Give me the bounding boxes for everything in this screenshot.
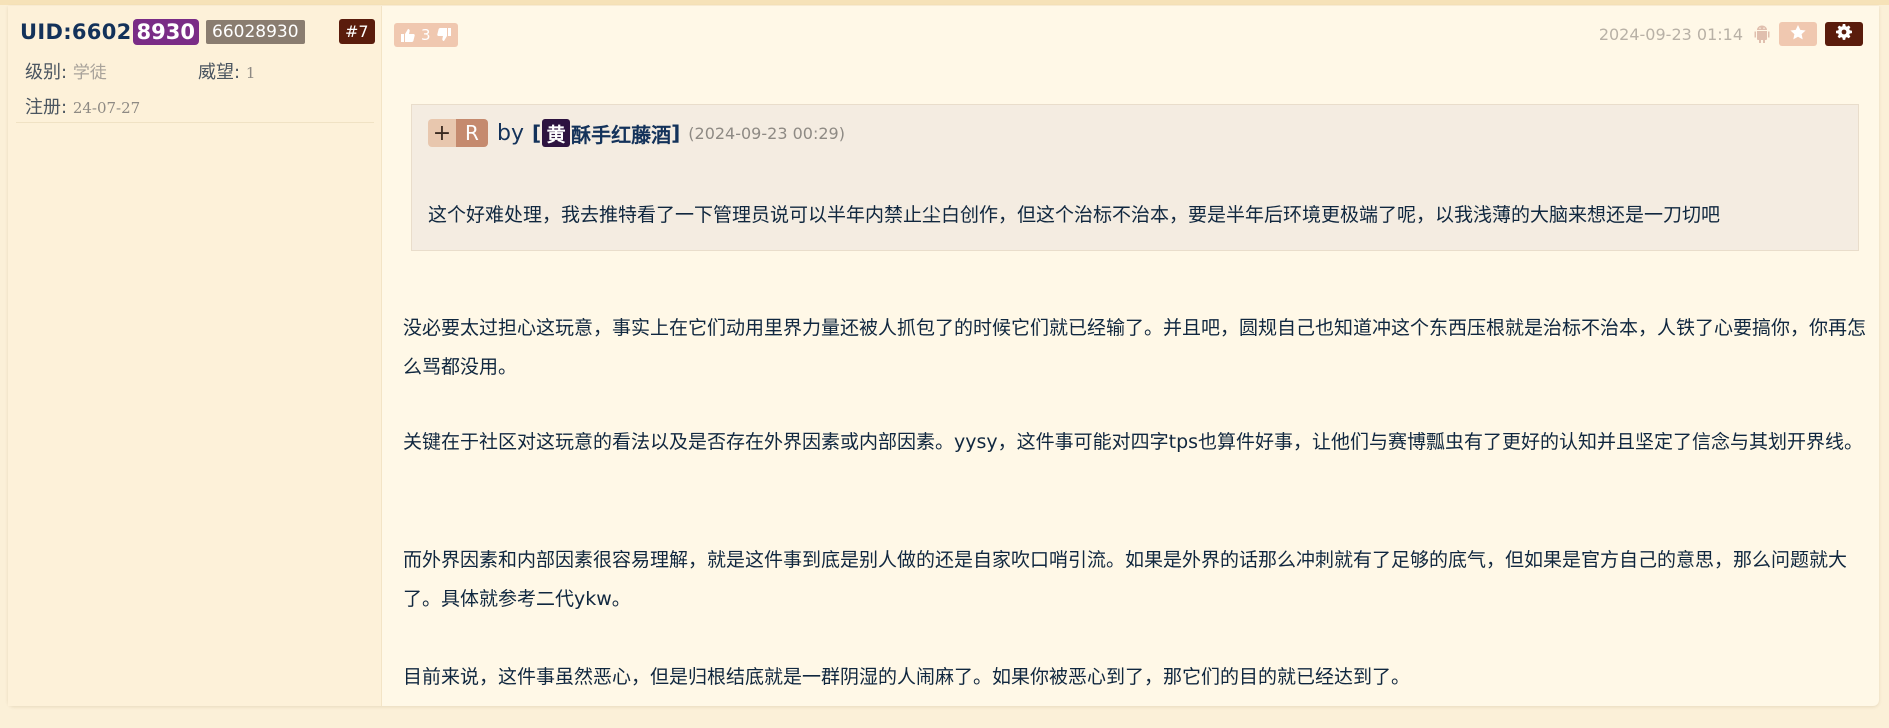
post-paragraph: 没必要太过担心这玩意，事实上在它们动用里界力量还被人抓包了的时候它们就已经输了。… bbox=[403, 317, 1867, 378]
quote-expand-button[interactable]: + bbox=[428, 119, 456, 147]
level-label: 级别: bbox=[25, 62, 68, 83]
avatar: 黄 bbox=[542, 119, 571, 147]
quote-author[interactable]: [ 黄 酥手红藤酒 ] bbox=[532, 119, 680, 148]
top-border bbox=[0, 0, 1889, 5]
android-icon bbox=[1753, 24, 1771, 44]
post-container: UID:6602 8930 66028930 #7 级别: 学徒 威望: 1 注册… bbox=[8, 6, 1879, 706]
uid-highlight[interactable]: 8930 bbox=[132, 19, 199, 45]
prestige-info: 威望: 1 bbox=[198, 58, 255, 84]
register-info: 注册: 24-07-27 bbox=[25, 93, 140, 119]
prestige-value: 1 bbox=[245, 64, 256, 82]
gear-icon bbox=[1836, 24, 1852, 44]
register-label: 注册: bbox=[25, 97, 68, 118]
prestige-label: 威望: bbox=[198, 62, 241, 83]
quote-header: + R by [ 黄 酥手红藤酒 ] (2024-09-23 00:29) bbox=[428, 119, 845, 147]
quote-username[interactable]: 酥手红藤酒 bbox=[571, 119, 671, 148]
post-paragraph: 目前来说，这件事虽然恶心，但是归根结底就是一群阴湿的人闹麻了。如果你被恶心到了，… bbox=[403, 666, 1411, 688]
post-date: 2024-09-23 01:14 bbox=[1598, 24, 1743, 44]
quote-block: + R by [ 黄 酥手红藤酒 ] (2024-09-23 00:29) 这个… bbox=[411, 104, 1859, 251]
register-value: 24-07-27 bbox=[72, 99, 141, 117]
uid-badge: 66028930 bbox=[206, 20, 305, 44]
quote-bracket-open: [ bbox=[531, 121, 542, 145]
uid-row: UID:6602 8930 66028930 bbox=[20, 18, 305, 46]
quote-bracket-close: ] bbox=[671, 121, 681, 145]
post-meta: 2024-09-23 01:14 bbox=[1599, 22, 1863, 46]
quote-text: 这个好难处理，我去推特看了一下管理员说可以半年内禁止尘白创作，但这个治标不治本，… bbox=[428, 204, 1721, 226]
floor-number[interactable]: #7 bbox=[339, 19, 375, 44]
thumbs-up-icon[interactable] bbox=[400, 28, 415, 42]
vote-count: 3 bbox=[421, 26, 431, 44]
user-info-panel: UID:6602 8930 66028930 #7 级别: 学徒 威望: 1 注册… bbox=[8, 6, 382, 706]
uid-label[interactable]: UID:6602 bbox=[20, 20, 132, 44]
post-paragraph: 关键在于社区对这玩意的看法以及是否存在外界因素或内部因素。yysy，这件事可能对… bbox=[403, 431, 1864, 453]
level-value: 学徒 bbox=[72, 63, 107, 83]
vote-actions: 3 bbox=[394, 23, 458, 47]
post-paragraph: 而外界因素和内部因素很容易理解，就是这件事到底是别人做的还是自家吹口哨引流。如果… bbox=[403, 549, 1848, 610]
favorite-button[interactable] bbox=[1779, 22, 1817, 46]
vote-group: 3 bbox=[394, 23, 458, 47]
quote-by-label: by bbox=[497, 120, 524, 146]
thumbs-down-icon[interactable] bbox=[436, 28, 452, 42]
star-icon bbox=[1790, 24, 1806, 44]
quote-time: (2024-09-23 00:29) bbox=[688, 123, 845, 143]
divider bbox=[16, 122, 374, 123]
settings-button[interactable] bbox=[1825, 22, 1863, 46]
quote-reply-badge[interactable]: R bbox=[456, 119, 488, 147]
level-info: 级别: 学徒 bbox=[25, 58, 107, 84]
